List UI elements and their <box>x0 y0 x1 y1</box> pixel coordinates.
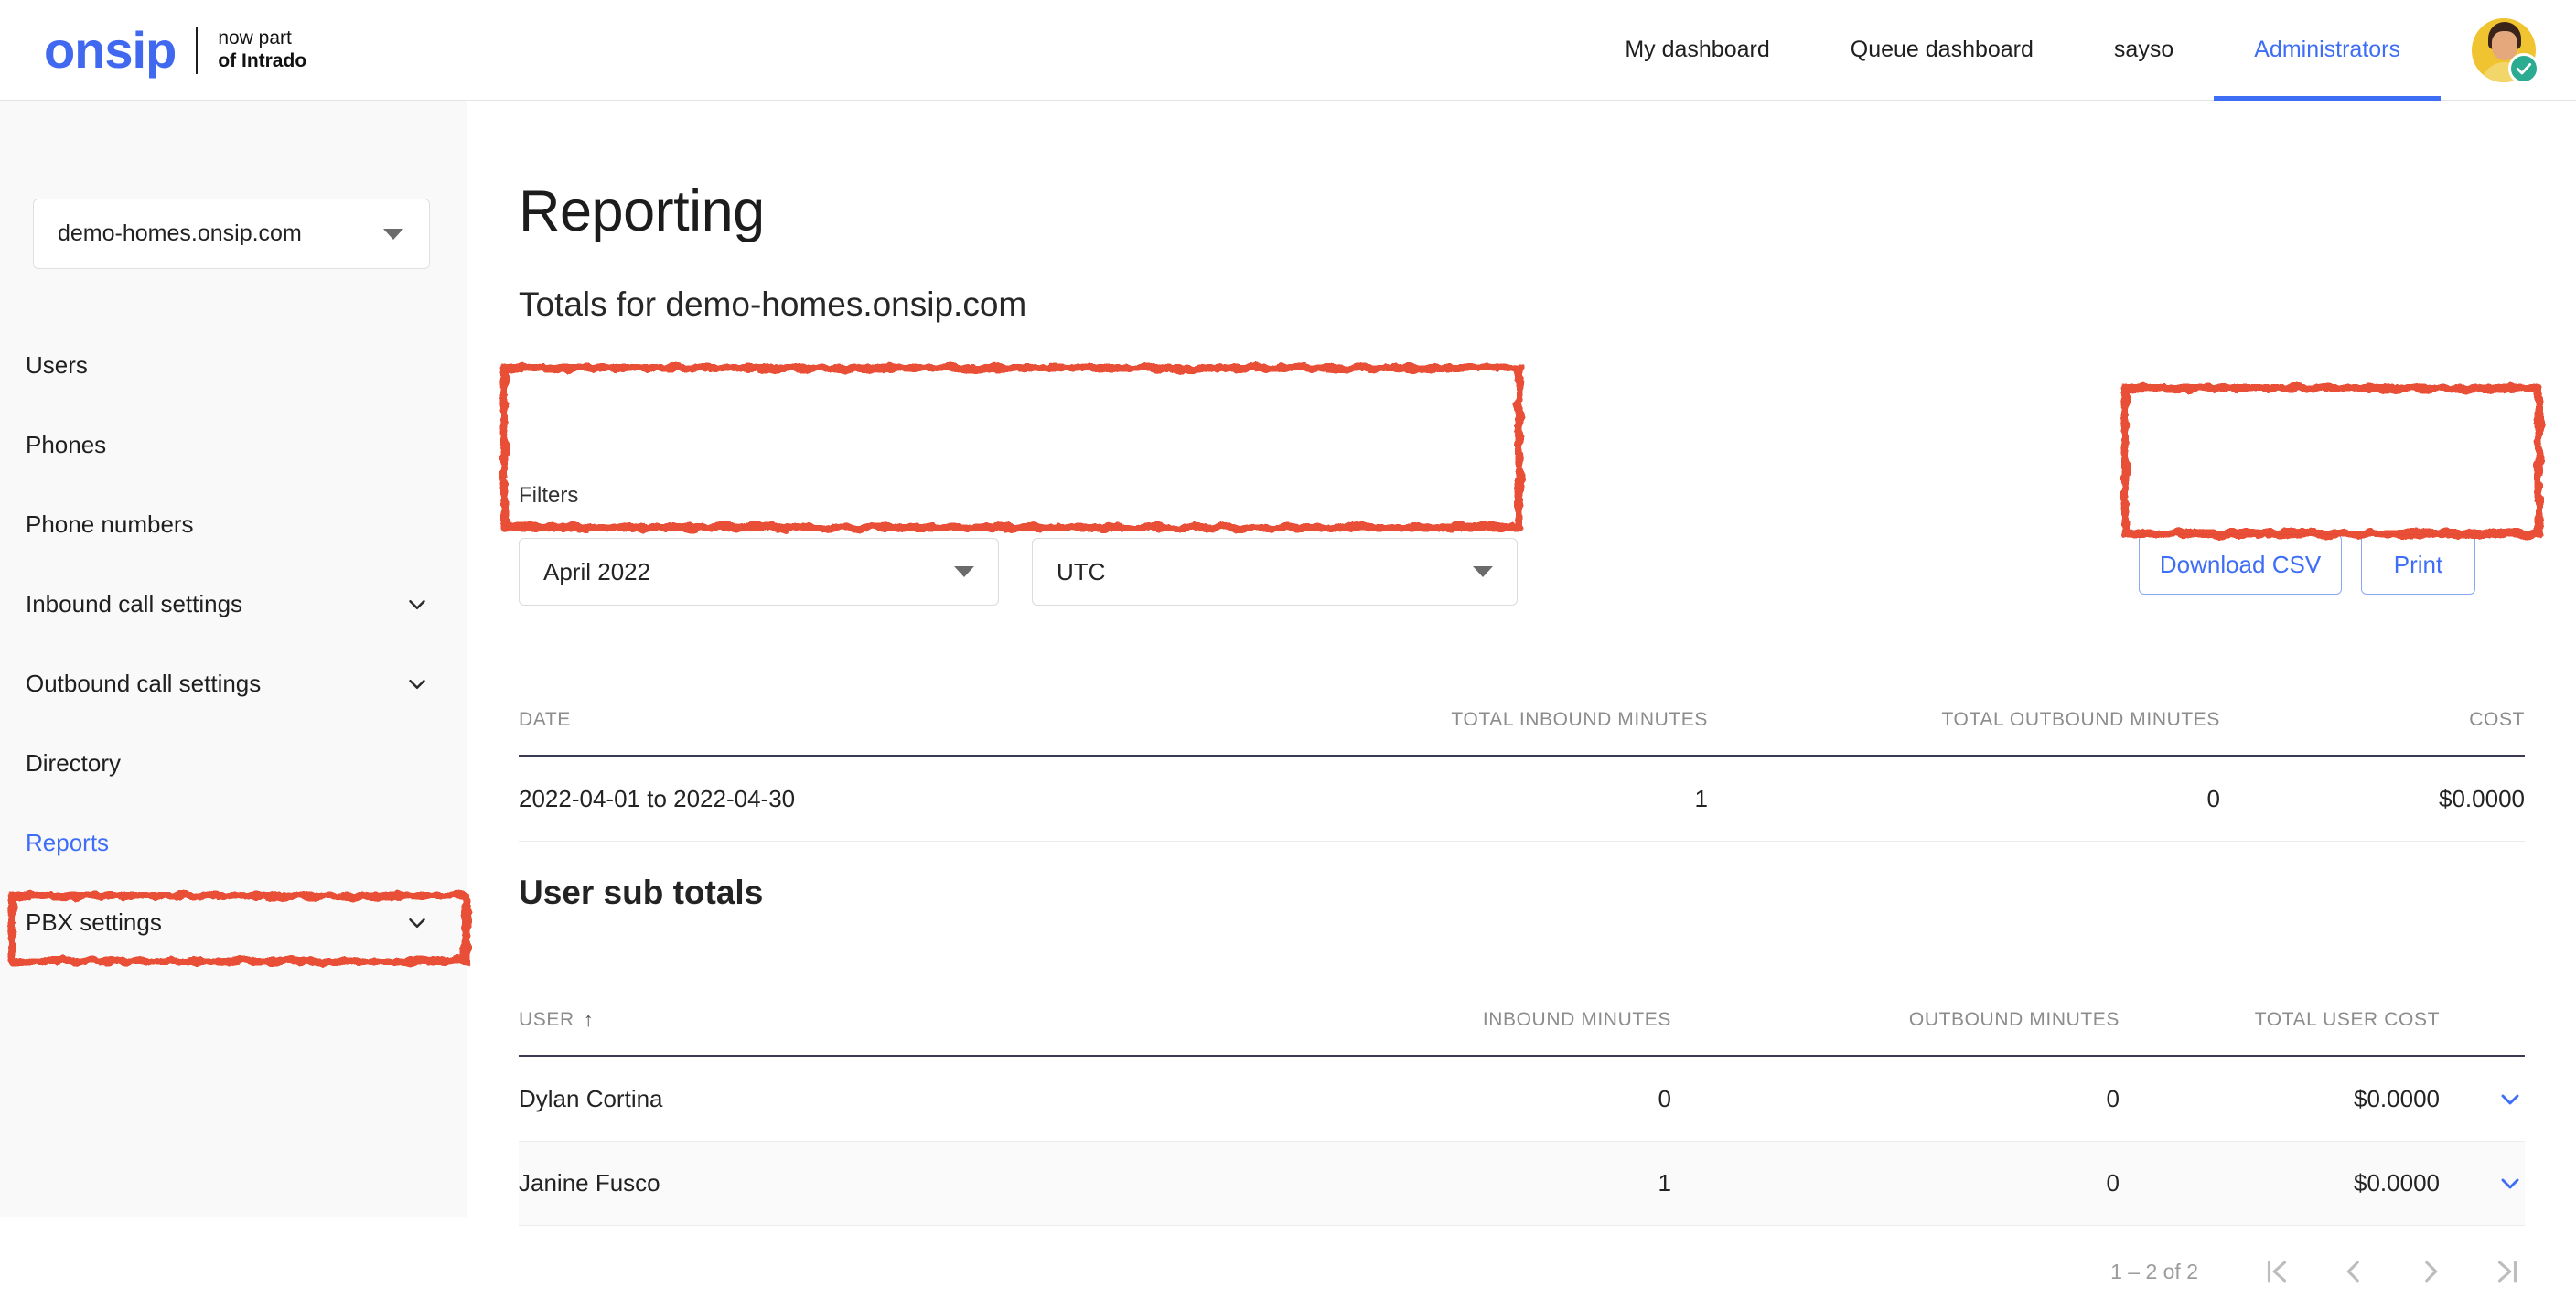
cell-inbound-minutes: 1 <box>1232 1169 1671 1197</box>
month-filter-value: April 2022 <box>543 558 650 586</box>
expand-row-chevron-down-icon[interactable] <box>2440 1085 2525 1114</box>
totals-table-header: DATE TOTAL INBOUND MINUTES TOTAL OUTBOUN… <box>519 679 2525 757</box>
column-header-inbound-minutes: INBOUND MINUTES <box>1232 1009 1671 1055</box>
table-row: 2022-04-01 to 2022-04-30 1 0 $0.0000 <box>519 757 2525 842</box>
first-page-icon[interactable] <box>2259 1253 2295 1290</box>
sidebar-item-pbx-settings[interactable]: PBX settings <box>0 883 467 962</box>
user-sub-totals-title: User sub totals <box>519 874 763 912</box>
table-row[interactable]: Janine Fusco 1 0 $0.0000 <box>519 1142 2525 1226</box>
cell-inbound-minutes: 0 <box>1232 1085 1671 1113</box>
cell-user: Dylan Cortina <box>519 1085 1232 1113</box>
top-header-bar: onsip now part of Intrado My dashboard Q… <box>0 0 2576 101</box>
cell-total-user-cost: $0.0000 <box>2120 1085 2440 1113</box>
domain-select[interactable]: demo-homes.onsip.com <box>33 199 430 269</box>
nav-item-administrators[interactable]: Administrators <box>2214 0 2441 101</box>
expand-row-chevron-down-icon[interactable] <box>2440 1169 2525 1198</box>
last-page-icon[interactable] <box>2489 1253 2526 1290</box>
filters-label: Filters <box>519 483 578 509</box>
nav-item-queue-dashboard[interactable]: Queue dashboard <box>1810 0 2074 101</box>
sidebar-item-label: Phone numbers <box>26 510 194 539</box>
cell-user: Janine Fusco <box>519 1169 1232 1197</box>
sidebar-item-label: Phones <box>26 431 106 459</box>
chevron-down-icon <box>1473 566 1493 577</box>
sidebar-item-label: Outbound call settings <box>26 670 261 698</box>
print-button[interactable]: Print <box>2361 534 2475 595</box>
timezone-filter-select[interactable]: UTC <box>1032 538 1518 606</box>
sidebar-item-label: Reports <box>26 829 109 857</box>
sidebar: demo-homes.onsip.com Users Phones Phone … <box>0 101 467 1217</box>
cell-total-outbound-minutes: 0 <box>1708 785 2220 813</box>
sidebar-item-outbound-call-settings[interactable]: Outbound call settings <box>0 644 467 724</box>
download-csv-button[interactable]: Download CSV <box>2139 534 2342 595</box>
sidebar-item-directory[interactable]: Directory <box>0 724 467 803</box>
sidebar-item-label: Users <box>26 351 88 380</box>
next-page-icon[interactable] <box>2412 1253 2449 1290</box>
brand-logo[interactable]: onsip now part of Intrado <box>44 25 306 76</box>
sidebar-item-inbound-call-settings[interactable]: Inbound call settings <box>0 564 467 644</box>
tagline-line-1: now part <box>218 27 306 50</box>
sidebar-item-label: Directory <box>26 749 121 778</box>
cell-date: 2022-04-01 to 2022-04-30 <box>519 785 1250 813</box>
column-header-user-label: USER <box>519 1009 574 1031</box>
cell-outbound-minutes: 0 <box>1671 1085 2120 1113</box>
tagline-line-2: of Intrado <box>218 50 306 73</box>
sidebar-navigation: Users Phones Phone numbers Inbound call … <box>0 326 467 962</box>
onsip-wordmark: onsip <box>44 25 176 76</box>
user-table-header: USER ↑ INBOUND MINUTES OUTBOUND MINUTES … <box>519 979 2525 1057</box>
timezone-filter-value: UTC <box>1057 558 1105 586</box>
main-navigation: My dashboard Queue dashboard sayso Admin… <box>1584 0 2441 101</box>
totals-subtitle: Totals for demo-homes.onsip.com <box>519 285 1026 324</box>
nav-item-my-dashboard[interactable]: My dashboard <box>1584 0 1809 101</box>
paginator: 1 – 2 of 2 <box>1931 1244 2526 1299</box>
domain-select-value: demo-homes.onsip.com <box>58 220 302 247</box>
brand-tagline: now part of Intrado <box>218 27 306 73</box>
sidebar-item-label: PBX settings <box>26 908 162 937</box>
sidebar-item-phones[interactable]: Phones <box>0 405 467 485</box>
table-row[interactable]: Dylan Cortina 0 0 $0.0000 <box>519 1057 2525 1142</box>
sidebar-item-users[interactable]: Users <box>0 326 467 405</box>
cell-outbound-minutes: 0 <box>1671 1169 2120 1197</box>
chevron-down-icon <box>954 566 974 577</box>
previous-page-icon[interactable] <box>2335 1253 2372 1290</box>
user-sub-totals-table: USER ↑ INBOUND MINUTES OUTBOUND MINUTES … <box>519 979 2525 1226</box>
nav-item-sayso[interactable]: sayso <box>2074 0 2214 101</box>
column-header-outbound-minutes: OUTBOUND MINUTES <box>1671 1009 2120 1055</box>
sidebar-item-reports[interactable]: Reports <box>0 803 467 883</box>
page-title: Reporting <box>519 178 765 244</box>
chevron-down-icon <box>383 229 403 240</box>
column-header-total-outbound-minutes: TOTAL OUTBOUND MINUTES <box>1708 709 2220 755</box>
avatar[interactable] <box>2472 18 2536 82</box>
column-header-total-inbound-minutes: TOTAL INBOUND MINUTES <box>1250 709 1708 755</box>
verified-check-icon <box>2508 53 2539 84</box>
column-header-user[interactable]: USER ↑ <box>519 1009 1232 1055</box>
logo-divider <box>196 27 198 74</box>
sidebar-item-phone-numbers[interactable]: Phone numbers <box>0 485 467 564</box>
main-content: Reporting Totals for demo-homes.onsip.co… <box>467 101 2576 1217</box>
column-header-cost: COST <box>2220 709 2525 755</box>
paginator-range-label: 1 – 2 of 2 <box>2110 1260 2198 1284</box>
month-filter-select[interactable]: April 2022 <box>519 538 999 606</box>
column-header-expand <box>2440 1031 2525 1055</box>
column-header-total-user-cost: TOTAL USER COST <box>2120 1009 2440 1055</box>
sidebar-item-label: Inbound call settings <box>26 590 242 618</box>
totals-table: DATE TOTAL INBOUND MINUTES TOTAL OUTBOUN… <box>519 679 2525 842</box>
cell-total-inbound-minutes: 1 <box>1250 785 1708 813</box>
chevron-down-icon <box>403 671 431 698</box>
cell-cost: $0.0000 <box>2220 785 2525 813</box>
sort-ascending-icon: ↑ <box>584 1010 595 1030</box>
column-header-date: DATE <box>519 709 1250 755</box>
chevron-down-icon <box>403 909 431 937</box>
chevron-down-icon <box>403 591 431 618</box>
cell-total-user-cost: $0.0000 <box>2120 1169 2440 1197</box>
